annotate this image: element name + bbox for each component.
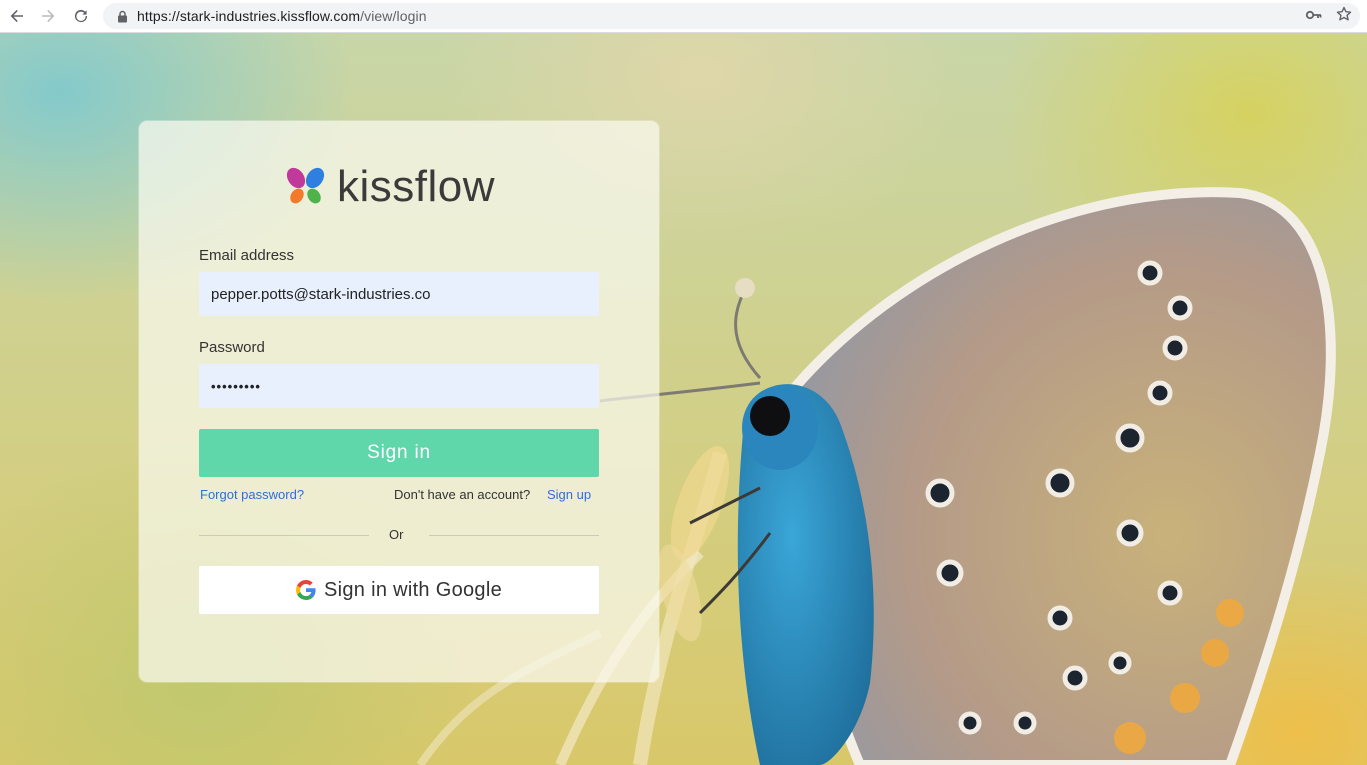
url-path: /view/login — [360, 8, 427, 24]
forward-icon[interactable] — [33, 1, 63, 31]
google-sign-in-button[interactable]: Sign in with Google — [199, 566, 599, 614]
reload-icon[interactable] — [66, 1, 96, 31]
password-field[interactable]: ••••••••• — [199, 364, 599, 408]
browser-toolbar: https://stark-industries.kissflow.com/vi… — [0, 0, 1367, 33]
password-label: Password — [199, 339, 265, 356]
lock-icon — [115, 9, 129, 23]
email-label: Email address — [199, 247, 295, 264]
address-bar[interactable]: https://stark-industries.kissflow.com/vi… — [103, 3, 1360, 29]
google-sign-in-label: Sign in with Google — [323, 578, 503, 601]
forgot-password-link[interactable]: Forgot password? — [200, 487, 304, 502]
back-icon[interactable] — [2, 1, 32, 31]
no-account-text: Don't have an account? — [394, 487, 531, 502]
kissflow-logo: kissflow — [285, 165, 495, 209]
divider-right — [429, 535, 599, 536]
sign-in-button[interactable]: Sign in — [199, 429, 599, 477]
or-separator: Or — [389, 527, 404, 542]
key-icon[interactable] — [1305, 7, 1322, 25]
google-icon — [295, 580, 316, 600]
url-text: https://stark-industries.kissflow.com/vi… — [137, 8, 427, 24]
bookmark-star-icon[interactable] — [1336, 6, 1352, 27]
sign-up-link[interactable]: Sign up — [547, 487, 591, 502]
kissflow-butterfly-icon — [286, 167, 325, 204]
login-card: kissflow Email address pepper.potts@star… — [139, 121, 659, 682]
url-host: https://stark-industries.kissflow.com — [137, 8, 361, 24]
brand-name: kissflow — [337, 162, 496, 211]
divider-left — [199, 535, 369, 536]
email-field[interactable]: pepper.potts@stark-industries.co — [199, 272, 599, 316]
login-page-background: kissflow Email address pepper.potts@star… — [0, 33, 1367, 765]
